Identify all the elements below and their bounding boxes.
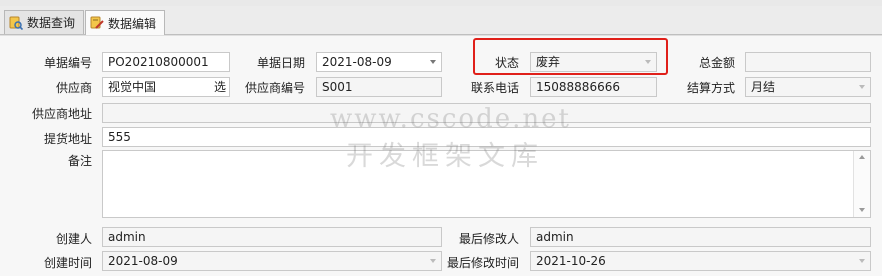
- remark-scrollbar[interactable]: [853, 151, 870, 217]
- supplier-code-label: 供应商编号: [244, 81, 305, 95]
- data-query-icon: [9, 16, 24, 30]
- watermark-text: 开发框架文库: [346, 141, 544, 172]
- supplier-field[interactable]: 视觉中国选: [102, 77, 230, 97]
- status-highlight-box: [473, 38, 668, 75]
- scroll-down-icon[interactable]: [859, 208, 865, 212]
- doc-date-picker[interactable]: 2021-08-09: [316, 52, 442, 72]
- supplier-pick-button[interactable]: 选: [214, 78, 226, 96]
- tab-data-edit[interactable]: 数据编辑: [85, 10, 165, 35]
- dropdown-arrow-icon[interactable]: [859, 259, 865, 263]
- creator-label: 创建人: [55, 232, 92, 246]
- last-modifier-label: 最后修改人: [458, 232, 519, 246]
- supplier-address-label: 供应商地址: [31, 107, 92, 121]
- tab-data-query[interactable]: 数据查询: [4, 10, 84, 34]
- created-at-label: 创建时间: [43, 256, 92, 270]
- phone-label: 联系电话: [470, 81, 519, 95]
- doc-no-field[interactable]: PO20210800001: [102, 52, 230, 72]
- dropdown-arrow-icon[interactable]: [430, 259, 436, 263]
- dropdown-arrow-icon[interactable]: [859, 85, 865, 89]
- data-edit-icon: [90, 16, 104, 30]
- total-amount-field[interactable]: [745, 52, 871, 72]
- settlement-label: 结算方式: [686, 81, 735, 95]
- phone-field[interactable]: 15088886666: [530, 77, 657, 97]
- doc-date-label: 单据日期: [256, 56, 305, 70]
- dropdown-arrow-icon[interactable]: [430, 60, 436, 64]
- modified-at-picker[interactable]: 2021-10-26: [530, 251, 871, 271]
- remark-label: 备注: [67, 154, 92, 168]
- tab-label: 数据查询: [27, 16, 76, 30]
- supplier-code-field[interactable]: S001: [316, 77, 442, 97]
- settlement-select[interactable]: 月结: [745, 77, 871, 97]
- tab-label: 数据编辑: [108, 16, 157, 31]
- supplier-label: 供应商: [55, 81, 92, 95]
- creator-field[interactable]: admin: [102, 227, 442, 247]
- scroll-up-icon[interactable]: [859, 155, 865, 159]
- tab-bar: 数据查询 数据编辑: [0, 6, 882, 35]
- last-modifier-field[interactable]: admin: [530, 227, 871, 247]
- pickup-address-label: 提货地址: [43, 132, 92, 146]
- watermark-url: www.cscode.net: [330, 104, 571, 134]
- total-amount-label: 总金额: [698, 56, 735, 70]
- modified-at-label: 最后修改时间: [446, 256, 519, 270]
- created-at-picker[interactable]: 2021-08-09: [102, 251, 442, 271]
- doc-no-label: 单据编号: [43, 56, 92, 70]
